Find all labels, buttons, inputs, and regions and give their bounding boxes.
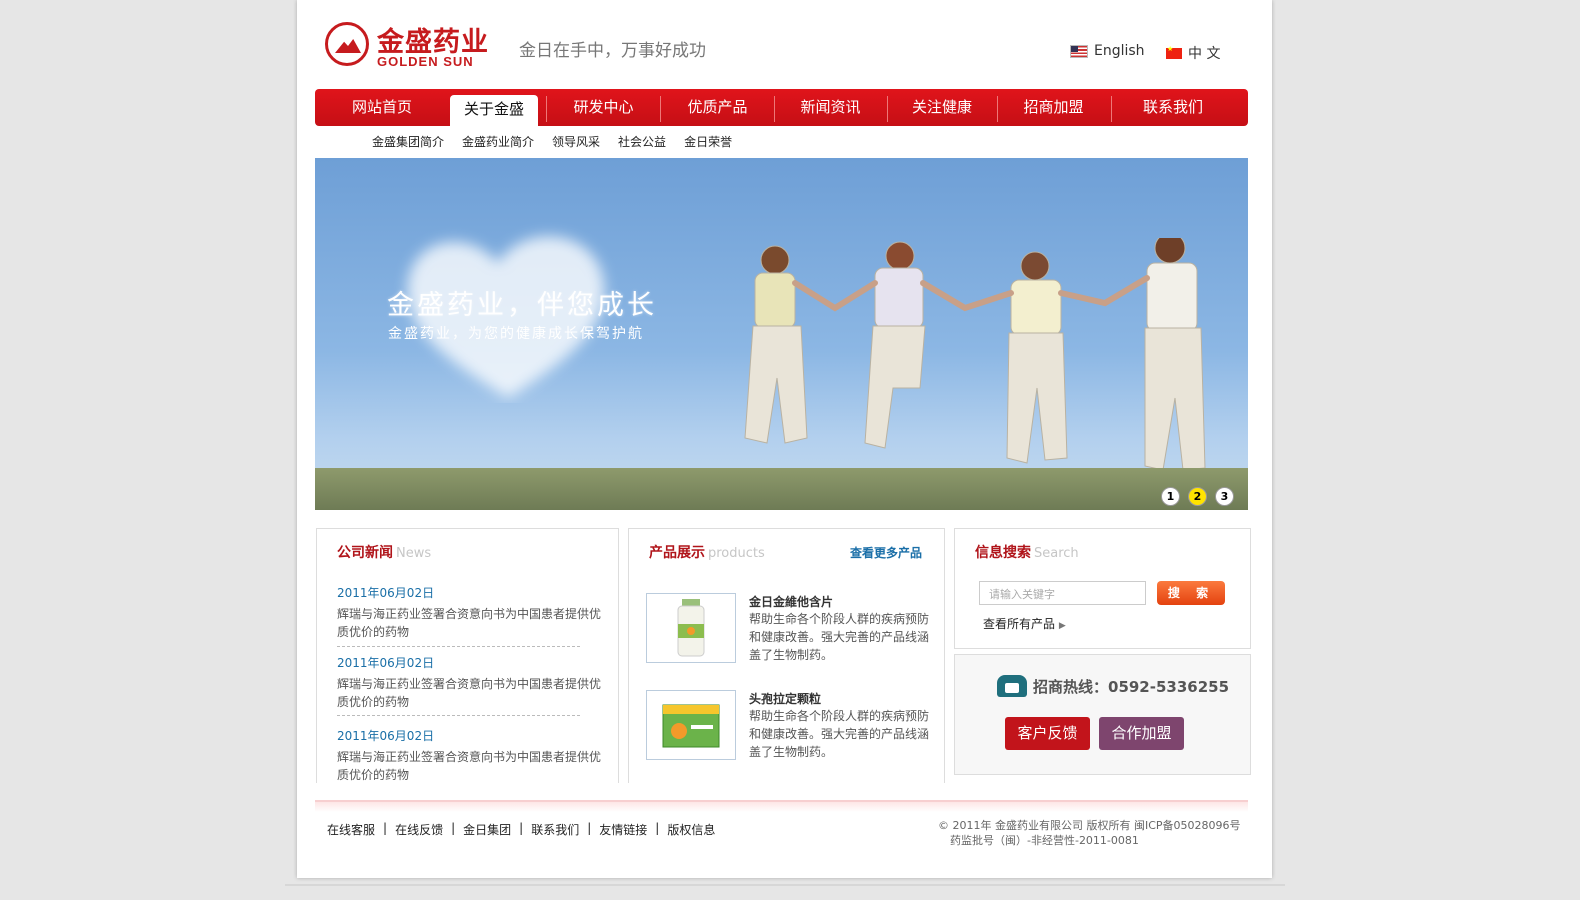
banner-grass: [315, 468, 1248, 510]
news-title[interactable]: 辉瑞与海正药业签署合资意向书为中国患者提供优质优价的药物: [337, 605, 602, 641]
products-title-en: products: [708, 546, 765, 561]
news-panel: 公司新闻 News 2011年06月02日 辉瑞与海正药业签署合资意向书为中国患者…: [316, 528, 619, 783]
us-flag-icon: [1070, 44, 1088, 58]
all-products-link[interactable]: 查看所有产品 ▶: [983, 615, 1066, 632]
search-input[interactable]: 请输入关键字: [979, 581, 1146, 605]
footer-links: 在线客服 | 在线反馈 | 金日集团 | 联系我们 | 友情链接 | 版权信息: [327, 821, 716, 838]
copyright-line-1: © 2011年 金盛药业有限公司 版权所有 闽ICP备05028096号: [938, 819, 1241, 832]
footer-link-group[interactable]: 金日集团: [463, 821, 511, 838]
logo-seal-icon: [325, 22, 369, 66]
banner-people-image: [744, 238, 1206, 471]
site-logo[interactable]: 金盛药业 GOLDEN SUN: [325, 22, 505, 72]
subnav-honors[interactable]: 金日荣誉: [684, 133, 732, 150]
lang-english-label: English: [1094, 43, 1145, 59]
products-panel-title: 产品展示 products: [649, 542, 765, 562]
nav-item-contact[interactable]: 联系我们: [1115, 89, 1231, 126]
product-name[interactable]: 金日金維他含片: [749, 593, 833, 610]
sub-nav: 金盛集团简介 金盛药业简介 领导风采 社会公益 金日荣誉: [372, 133, 732, 150]
subnav-charity[interactable]: 社会公益: [618, 133, 666, 150]
search-panel-title: 信息搜索 Search: [975, 542, 1079, 562]
hero-banner[interactable]: 金盛药业，伴您成长 金盛药业，为您的健康成长保驾护航 1 2 3: [315, 158, 1248, 510]
nav-item-products[interactable]: 优质产品: [665, 89, 770, 126]
nav-item-about[interactable]: 关于金盛: [450, 95, 538, 126]
news-divider: [337, 715, 580, 716]
news-date: 2011年06月02日: [337, 729, 435, 743]
search-title-en: Search: [1034, 546, 1079, 561]
footer-divider: [315, 800, 1248, 812]
nav-divider: [660, 96, 661, 122]
nav-item-news[interactable]: 新闻资讯: [778, 89, 883, 126]
search-button[interactable]: 搜 索: [1157, 581, 1225, 605]
all-products-label: 查看所有产品: [983, 617, 1056, 631]
nav-divider: [1111, 96, 1112, 122]
news-item[interactable]: 2011年06月02日 辉瑞与海正药业签署合资意向书为中国患者提供优质优价的药物: [337, 584, 602, 641]
copyright: © 2011年 金盛药业有限公司 版权所有 闽ICP备05028096号 药监批…: [938, 818, 1241, 848]
arrow-right-icon: ▶: [1058, 621, 1066, 631]
cooperation-join-button[interactable]: 合作加盟: [1099, 717, 1184, 750]
news-title-en: News: [396, 546, 432, 561]
product-name[interactable]: 头孢拉定颗粒: [749, 690, 821, 707]
vitamin-bottle-image: [677, 599, 705, 657]
page-bottom-line: [285, 884, 1285, 886]
nav-item-health[interactable]: 关注健康: [891, 89, 993, 126]
nav-divider: [887, 96, 888, 122]
subnav-company-intro[interactable]: 金盛药业简介: [462, 133, 534, 150]
footer-link-friends[interactable]: 友情链接: [599, 821, 647, 838]
banner-page-2[interactable]: 2: [1188, 487, 1207, 506]
copyright-line-2: 药监批号（闽）-非经营性-2011-0081: [950, 834, 1139, 847]
products-title-cn: 产品展示: [649, 545, 705, 561]
news-panel-title: 公司新闻 News: [337, 542, 431, 562]
china-flag-icon: [1166, 45, 1182, 59]
product-desc: 帮助生命各个阶段人群的疾病预防和健康改善。强大完善的产品线涵盖了生物制药。: [749, 709, 930, 759]
hotline: 招商热线：0592-5336255: [997, 675, 1229, 697]
news-item[interactable]: 2011年06月02日 辉瑞与海正药业签署合资意向书为中国患者提供优质优价的药物: [337, 654, 602, 711]
footer-link-copyright[interactable]: 版权信息: [667, 821, 715, 838]
nav-item-home[interactable]: 网站首页: [335, 89, 429, 126]
nav-divider: [546, 96, 547, 122]
search-panel: 信息搜索 Search 请输入关键字 搜 索 查看所有产品 ▶: [954, 528, 1251, 649]
customer-feedback-button[interactable]: 客户反馈: [1005, 717, 1090, 750]
nav-divider: [997, 96, 998, 122]
subnav-leaders[interactable]: 领导风采: [552, 133, 600, 150]
product-item[interactable]: 金日金維他含片 帮助生命各个阶段人群的疾病预防和健康改善。强大完善的产品线涵盖了…: [646, 593, 931, 663]
news-title-cn: 公司新闻: [337, 545, 393, 561]
nav-item-franchise[interactable]: 招商加盟: [1001, 89, 1106, 126]
page-container: 金盛药业 GOLDEN SUN 金日在手中，万事好成功 English 中 文 …: [297, 0, 1272, 878]
contact-panel: 招商热线：0592-5336255 客户反馈 合作加盟: [954, 654, 1251, 775]
footer-link-online-feedback[interactable]: 在线反馈: [395, 821, 443, 838]
more-products-link[interactable]: 查看更多产品: [850, 544, 922, 561]
product-image[interactable]: [646, 690, 736, 760]
lang-chinese-link[interactable]: 中 文: [1166, 43, 1220, 63]
banner-subtitle: 金盛药业，为您的健康成长保驾护航: [388, 326, 644, 342]
news-title[interactable]: 辉瑞与海正药业签署合资意向书为中国患者提供优质优价的药物: [337, 748, 602, 784]
logo-text-en: GOLDEN SUN: [377, 54, 474, 69]
news-date: 2011年06月02日: [337, 656, 435, 670]
news-title[interactable]: 辉瑞与海正药业签署合资意向书为中国患者提供优质优价的药物: [337, 675, 602, 711]
search-title-cn: 信息搜索: [975, 545, 1031, 561]
subnav-group-intro[interactable]: 金盛集团简介: [372, 133, 444, 150]
news-divider: [337, 646, 580, 647]
nav-item-research[interactable]: 研发中心: [551, 89, 656, 126]
nav-divider: [774, 96, 775, 122]
header-slogan: 金日在手中，万事好成功: [519, 41, 706, 61]
granule-box-image: [662, 704, 720, 748]
products-panel: 产品展示 products 查看更多产品 金日金維他含片 帮助生命各个阶段人群的疾…: [628, 528, 945, 783]
banner-pager: 1 2 3: [1161, 487, 1234, 506]
footer-link-online-service[interactable]: 在线客服: [327, 821, 375, 838]
product-desc: 帮助生命各个阶段人群的疾病预防和健康改善。强大完善的产品线涵盖了生物制药。: [749, 612, 930, 662]
hotline-text: 招商热线：0592-5336255: [1033, 677, 1230, 696]
banner-page-1[interactable]: 1: [1161, 487, 1180, 506]
main-nav: 网站首页 关于金盛 研发中心 优质产品 新闻资讯 关注健康 招商加盟 联系我们: [315, 89, 1248, 126]
banner-page-3[interactable]: 3: [1215, 487, 1234, 506]
footer-link-contact[interactable]: 联系我们: [531, 821, 579, 838]
news-item[interactable]: 2011年06月02日 辉瑞与海正药业签署合资意向书为中国患者提供优质优价的药物: [337, 727, 602, 784]
telephone-icon: [997, 675, 1027, 697]
lang-chinese-label: 中 文: [1188, 46, 1221, 62]
banner-title: 金盛药业，伴您成长: [387, 290, 657, 321]
lang-english-link[interactable]: English: [1070, 43, 1145, 59]
news-date: 2011年06月02日: [337, 586, 435, 600]
product-item[interactable]: 头孢拉定颗粒 帮助生命各个阶段人群的疾病预防和健康改善。强大完善的产品线涵盖了生…: [646, 690, 931, 760]
product-image[interactable]: [646, 593, 736, 663]
